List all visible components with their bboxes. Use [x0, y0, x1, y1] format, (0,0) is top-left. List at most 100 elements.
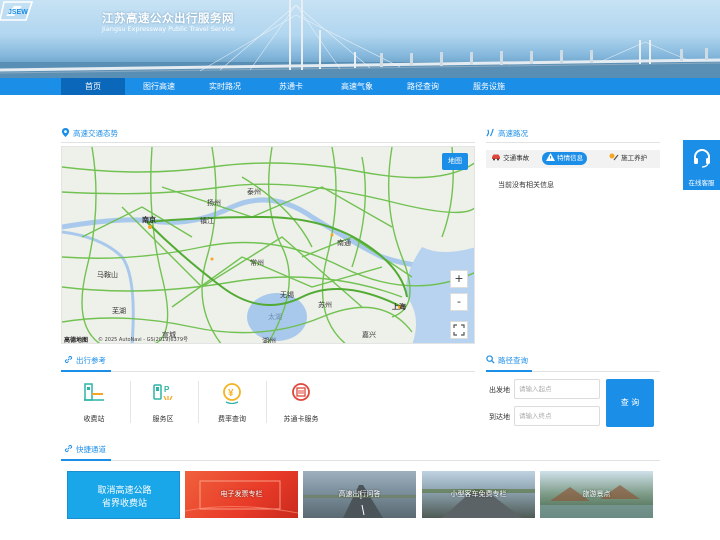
quick-link-line2: 省界收费站	[101, 499, 147, 509]
tab-traffic-accident[interactable]: 交通事故	[491, 152, 529, 165]
section-underline	[61, 459, 111, 461]
logo-text: JSEW	[8, 9, 28, 16]
construction-icon	[609, 153, 619, 161]
fullscreen-button[interactable]	[450, 321, 468, 339]
headset-icon	[693, 149, 710, 168]
tile-label: 费率查询	[218, 415, 246, 423]
from-input[interactable]: 请输入起点	[514, 379, 600, 399]
zoom-out-button[interactable]: -	[450, 293, 468, 311]
quick-link-line1: 取消高速公路	[97, 486, 152, 496]
map-type-button[interactable]: 地图	[442, 153, 468, 170]
link-icon	[64, 355, 73, 364]
city-label: 芜湖	[112, 306, 126, 315]
quick-link-toll-removal[interactable]: 取消高速公路 省界收费站	[67, 471, 180, 519]
city-label: 苏州	[318, 300, 332, 309]
query-button[interactable]: 查 询	[606, 379, 654, 427]
nav-item-facilities[interactable]: 服务设施	[457, 78, 521, 95]
road-status-title: 高速路况	[486, 127, 528, 141]
nav-item-weather[interactable]: 高速气象	[325, 78, 389, 95]
warning-icon	[546, 153, 555, 161]
quick-link-caption: 旅游景点	[582, 490, 611, 498]
lake-label: 太湖	[268, 312, 282, 321]
quick-link-e-invoice[interactable]: 电子发票专栏	[185, 471, 298, 518]
svg-text:P: P	[164, 385, 170, 394]
tile-sutong-card[interactable]: 苏通卡服务	[266, 376, 336, 428]
divider	[486, 142, 660, 143]
main-nav: 首页 图行高速 实时路况 苏通卡 高速气象 路径查询 服务设施	[0, 78, 720, 95]
rate-query-icon: ¥	[223, 383, 241, 405]
divider	[61, 371, 475, 372]
tile-rate-query[interactable]: ¥ 费率查询	[197, 376, 267, 428]
city-label: 南京	[142, 215, 156, 224]
quick-link-caption: 电子发票专栏	[220, 490, 263, 498]
to-input[interactable]: 请输入终点	[514, 406, 600, 426]
map-brand-logo: 高德地图	[64, 337, 89, 344]
tab-special-info[interactable]: 特情信息	[542, 152, 588, 165]
city-label: 嘉兴	[362, 330, 376, 339]
map-canvas[interactable]: 南京 镇江 扬州 泰州 南通 常州 无锡 苏州 上海 马鞍山 芜湖 宣城 湖州 …	[62, 147, 475, 344]
nav-item-realtime-traffic[interactable]: 实时路况	[193, 78, 257, 95]
quick-links-title: 快捷通道	[64, 443, 106, 457]
tab-label: 施工养护	[621, 154, 648, 162]
route-query-title-text: 路径查询	[498, 356, 528, 365]
quick-link-caption: 高速出行问答	[338, 490, 381, 498]
section-underline	[486, 370, 532, 372]
map-copyright: © 2025 AutoNavi - GS(2019)6379号	[98, 337, 189, 343]
link-icon	[64, 444, 73, 453]
road-icon	[486, 128, 494, 137]
site-logo[interactable]: JSEW	[0, 0, 34, 22]
svg-text:¥: ¥	[228, 388, 234, 399]
nav-item-sutong-card[interactable]: 苏通卡	[259, 78, 323, 95]
tab-label: 特情信息	[557, 154, 584, 162]
divider	[61, 460, 660, 461]
nav-item-home[interactable]: 首页	[61, 78, 125, 95]
tile-service-area[interactable]: P 服务区	[128, 376, 198, 428]
quick-link-caption: 小型客车免费专栏	[450, 490, 507, 498]
road-status-title-text: 高速路况	[498, 129, 528, 138]
traffic-section-title: 高速交通态势	[61, 127, 118, 141]
page: JSEW 江苏高速公众出行服务网 Jiangsu Expressway Publ…	[0, 0, 720, 540]
route-query-title: 路径查询	[486, 354, 528, 368]
site-subtitle: Jiangsu Expressway Public Travel Service	[102, 25, 235, 33]
road-status-tabs: 交通事故 特情信息 施工养护	[486, 150, 660, 168]
traffic-map[interactable]: 南京 镇江 扬州 泰州 南通 常州 无锡 苏州 上海 马鞍山 芜湖 宣城 湖州 …	[61, 146, 475, 344]
city-label: 上海	[392, 302, 406, 311]
header-banner: JSEW 江苏高速公众出行服务网 Jiangsu Expressway Publ…	[0, 0, 720, 78]
city-label: 南通	[337, 238, 351, 247]
site-title: 江苏高速公众出行服务网	[102, 11, 234, 25]
zoom-in-button[interactable]: +	[450, 270, 468, 288]
quick-links-title-text: 快捷通道	[76, 445, 106, 454]
city-label: 马鞍山	[97, 270, 118, 279]
divider	[61, 142, 475, 143]
quick-link-travel-qa[interactable]: 高速出行问答	[303, 471, 416, 518]
tab-construction[interactable]: 施工养护	[609, 152, 647, 165]
to-label: 到达地	[489, 413, 510, 421]
traffic-title-text: 高速交通态势	[73, 129, 118, 138]
tab-label: 交通事故	[503, 154, 530, 162]
from-label: 出发地	[489, 386, 510, 394]
tile-toll-station[interactable]: 收费站	[59, 376, 129, 428]
section-underline	[61, 370, 111, 372]
tile-label: 苏通卡服务	[283, 415, 319, 423]
location-pin-icon	[61, 128, 70, 137]
city-label: 扬州	[207, 198, 221, 207]
nav-item-route-query[interactable]: 路径查询	[391, 78, 455, 95]
service-area-icon: P	[153, 384, 173, 401]
quick-link-tourism[interactable]: 旅游景点	[540, 471, 653, 518]
nav-item-map-expressway[interactable]: 图行高速	[127, 78, 191, 95]
online-service-label: 在线客服	[688, 179, 715, 187]
fullscreen-icon	[453, 324, 465, 336]
city-label: 泰州	[247, 187, 261, 196]
city-label: 常州	[250, 258, 264, 267]
quick-link-free-toll[interactable]: 小型客车免费专栏	[422, 471, 535, 518]
car-icon	[492, 154, 500, 161]
tile-label: 收费站	[83, 415, 105, 423]
road-status-message: 当前没有相关信息	[498, 181, 554, 189]
city-label: 无锡	[280, 290, 294, 299]
city-label: 镇江	[200, 216, 214, 225]
city-label: 湖州	[262, 336, 276, 344]
online-service-button[interactable]: 在线客服	[683, 140, 720, 190]
sutong-card-icon	[292, 383, 310, 401]
toll-station-icon	[84, 383, 104, 401]
tile-label: 服务区	[152, 415, 174, 423]
